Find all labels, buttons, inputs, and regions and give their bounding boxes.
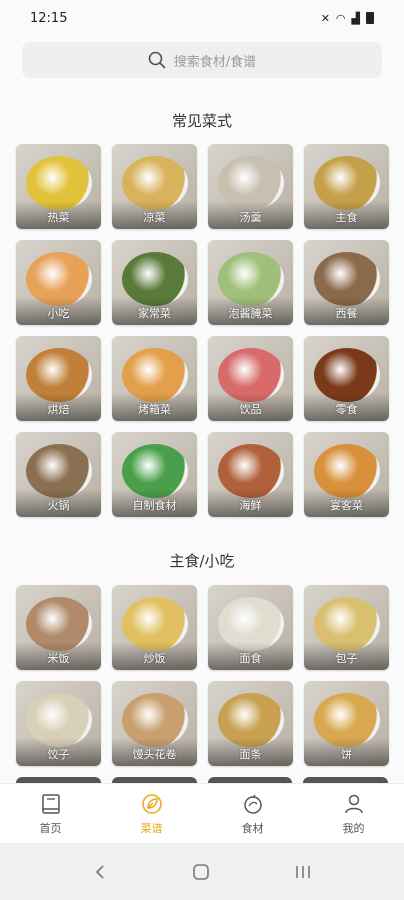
person-icon (344, 794, 363, 814)
category-label: 馒头花卷 (132, 748, 177, 761)
category-label: 自制食材 (132, 499, 177, 512)
category-label: 面食 (239, 652, 262, 665)
category-tile[interactable]: 面条 (208, 681, 293, 766)
category-tile[interactable]: 宴客菜 (304, 432, 389, 517)
category-label: 面条 (239, 748, 262, 761)
category-label: 宴客菜 (330, 499, 363, 512)
category-tile[interactable]: 主食 (304, 144, 389, 229)
category-grid-common: 热菜 凉菜 汤羹 主食小吃 家常菜 泡酱腌菜 西餐烘焙 烤箱菜 饮品 零食火锅 自制食材 海鲜 宴客菜 (16, 144, 389, 517)
tab-home[interactable]: 首页 (0, 784, 101, 843)
category-label: 烤箱菜 (138, 403, 171, 416)
category-label: 热菜 (47, 211, 70, 224)
category-tile[interactable]: 凉菜 (112, 144, 197, 229)
home-icon[interactable] (192, 863, 210, 881)
category-tile[interactable]: 包子 (304, 585, 389, 670)
category-label: 包子 (335, 652, 358, 665)
category-tile[interactable]: 西餐 (304, 240, 389, 325)
category-label: 西餐 (335, 307, 358, 320)
category-label: 汤羹 (239, 211, 262, 224)
signal-icon: ▟ (351, 11, 360, 25)
category-label: 主食 (335, 211, 358, 224)
bottom-tab-bar: 首页 菜谱 食材 我的 (0, 783, 404, 843)
battery-icon (366, 12, 374, 24)
category-tile[interactable]: 自制食材 (112, 432, 197, 517)
category-label: 泡酱腌菜 (228, 307, 273, 320)
status-time: 12:15 (30, 10, 68, 26)
category-tile[interactable]: 火锅 (16, 432, 101, 517)
category-label: 海鲜 (239, 499, 262, 512)
category-tile[interactable]: 饺子 (16, 681, 101, 766)
leaf-icon (141, 794, 162, 814)
section-title-staple: 主食/小吃 (169, 552, 235, 570)
ingredient-icon (243, 794, 262, 814)
category-tile[interactable]: 家常菜 (112, 240, 197, 325)
search-placeholder: 搜索食材/食谱 (173, 54, 257, 70)
category-tile[interactable]: 馒头花卷 (112, 681, 197, 766)
category-label: 火锅 (47, 499, 70, 512)
back-icon[interactable] (92, 864, 108, 880)
category-label: 烘焙 (47, 403, 70, 416)
status-icons: ✕ ◠ ▟ (321, 12, 374, 25)
mute-icon: ✕ (320, 11, 330, 25)
category-label: 炒饭 (143, 652, 166, 665)
category-tile[interactable]: 烤箱菜 (112, 336, 197, 421)
status-bar: 12:15 ✕ ◠ ▟ (0, 0, 404, 36)
category-tile[interactable]: 米饭 (16, 585, 101, 670)
book-icon (41, 794, 60, 814)
category-tile[interactable]: 饼 (304, 681, 389, 766)
system-nav-bar (0, 843, 404, 900)
category-tile[interactable]: 面食 (208, 585, 293, 670)
category-label: 凉菜 (143, 211, 166, 224)
search-icon (148, 51, 166, 69)
category-label: 家常菜 (138, 307, 171, 320)
category-grid-staple: 米饭 炒饭 面食 包子饺子 馒头花卷 面条 饼 (16, 585, 389, 766)
tab-home-label: 首页 (39, 822, 62, 835)
category-tile[interactable]: 小吃 (16, 240, 101, 325)
tab-recipes[interactable]: 菜谱 (101, 784, 202, 843)
wifi-icon: ◠ (335, 11, 346, 25)
category-label: 饼 (341, 748, 352, 761)
category-label: 饮品 (239, 403, 262, 416)
category-label: 零食 (335, 403, 358, 416)
tab-ingredients-label: 食材 (241, 822, 264, 835)
category-tile[interactable]: 热菜 (16, 144, 101, 229)
tab-ingredients[interactable]: 食材 (202, 784, 303, 843)
search-bar[interactable]: 搜索食材/食谱 (22, 42, 382, 78)
category-tile[interactable]: 炒饭 (112, 585, 197, 670)
tab-profile-label: 我的 (342, 822, 365, 835)
category-tile[interactable]: 零食 (304, 336, 389, 421)
category-label: 小吃 (47, 307, 70, 320)
category-tile[interactable]: 烘焙 (16, 336, 101, 421)
tab-profile[interactable]: 我的 (303, 784, 404, 843)
section-title-common: 常见菜式 (171, 112, 232, 130)
category-label: 饺子 (47, 748, 70, 761)
tab-recipes-label: 菜谱 (140, 822, 163, 835)
category-tile[interactable]: 海鲜 (208, 432, 293, 517)
category-label: 米饭 (47, 652, 70, 665)
category-tile[interactable]: 饮品 (208, 336, 293, 421)
category-tile[interactable]: 泡酱腌菜 (208, 240, 293, 325)
category-tile[interactable]: 汤羹 (208, 144, 293, 229)
recents-icon[interactable] (294, 864, 312, 880)
